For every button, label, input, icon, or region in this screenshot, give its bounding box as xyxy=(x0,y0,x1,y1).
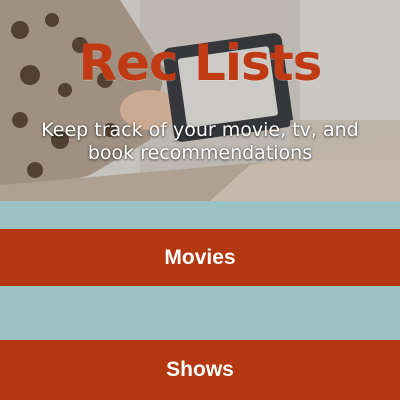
shows-button-label: Shows xyxy=(166,358,234,381)
hero-background-image xyxy=(0,0,400,201)
app-tagline: Keep track of your movie, tv, and book r… xyxy=(41,119,359,164)
divider-stripe xyxy=(0,286,400,340)
movies-button[interactable]: Movies xyxy=(0,229,400,286)
app-title: Rec Lists xyxy=(78,34,323,92)
shows-button[interactable]: Shows xyxy=(0,340,400,400)
hero-banner: Rec Lists Keep track of your movie, tv, … xyxy=(0,0,400,201)
movies-button-label: Movies xyxy=(164,245,236,269)
